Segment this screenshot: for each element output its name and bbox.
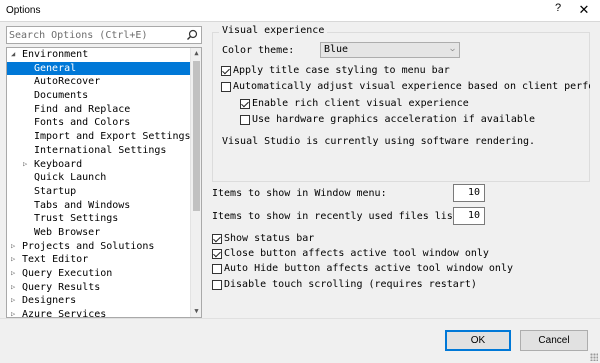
tree-item[interactable]: Quick Launch (7, 171, 191, 185)
tree-item[interactable]: ▷ Query Execution (7, 267, 191, 281)
expand-arrow-icon[interactable]: ▷ (11, 253, 19, 267)
expand-arrow-icon[interactable]: ▷ (11, 267, 19, 281)
apply-title-case-checkbox[interactable] (221, 66, 231, 76)
auto-hide-checkbox[interactable] (212, 264, 222, 274)
scroll-up-icon[interactable]: ▲ (191, 48, 201, 59)
tree-item-label: Fonts and Colors (34, 117, 131, 129)
disable-touch-label: Disable touch scrolling (requires restar… (224, 279, 477, 290)
tree-item[interactable]: ▷ Text Editor (7, 253, 191, 267)
tree-item[interactable]: Find and Replace (7, 103, 191, 117)
tree-item[interactable]: ◢ Environment (7, 48, 191, 62)
tree-item-label: Projects and Solutions (22, 240, 155, 252)
tree-item[interactable]: Web Browser (7, 226, 191, 240)
hw-accel-label: Use hardware graphics acceleration if av… (252, 114, 535, 125)
search-input[interactable] (9, 28, 181, 42)
tree-item-label: Web Browser (34, 226, 101, 238)
visual-experience-legend: Visual experience (219, 25, 328, 36)
window-menu-label: Items to show in Window menu: (212, 188, 387, 199)
tree-item-label: General (34, 62, 77, 74)
tree-item-label: International Settings (34, 144, 167, 156)
tree-item-label: Designers (22, 295, 77, 307)
scroll-thumb[interactable] (193, 61, 200, 211)
apply-title-case-label: Apply title case styling to menu bar (233, 65, 450, 76)
footer-divider (0, 318, 600, 319)
recent-files-label: Items to show in recently used files lis… (212, 211, 465, 222)
expand-arrow-icon[interactable]: ▷ (11, 281, 19, 295)
tree-item-label: Environment (22, 49, 89, 60)
tree-item[interactable]: Startup (7, 185, 191, 199)
auto-adjust-label: Automatically adjust visual experience b… (233, 81, 590, 92)
tree-item[interactable]: ▷ Query Results (7, 281, 191, 295)
auto-hide-label: Auto Hide button affects active tool win… (224, 263, 513, 274)
window-menu-count-input[interactable]: 10 (453, 184, 485, 202)
cancel-button[interactable]: Cancel (520, 330, 588, 351)
color-theme-label: Color theme: (222, 45, 295, 56)
hw-accel-checkbox[interactable] (240, 115, 250, 125)
expand-arrow-icon[interactable]: ▷ (11, 240, 19, 254)
show-status-bar-checkbox[interactable] (212, 234, 222, 244)
tree-item-label: Find and Replace (34, 103, 131, 115)
search-box[interactable] (6, 26, 202, 44)
tree-item[interactable]: General (7, 61, 191, 76)
tree-item[interactable]: ▷ Projects and Solutions (7, 240, 191, 254)
tree-item[interactable]: Fonts and Colors (7, 116, 191, 130)
tree-item-label: Text Editor (22, 254, 89, 266)
rich-client-label: Enable rich client visual experience (252, 98, 469, 109)
show-status-bar-label: Show status bar (224, 233, 315, 244)
tree-item-label: Import and Export Settings (34, 131, 191, 143)
tree-item-label: Quick Launch (34, 172, 107, 184)
tree-item-label: Documents (34, 90, 89, 102)
close-button-label: Close button affects active tool window … (224, 248, 489, 259)
close-button[interactable]: ✕ (574, 2, 594, 20)
color-theme-value: Blue (324, 44, 349, 55)
resize-grip[interactable] (590, 353, 598, 361)
expand-arrow-icon[interactable]: ▷ (23, 158, 31, 172)
rendering-status-text: Visual Studio is currently using softwar… (222, 136, 536, 147)
window-title: Options (6, 5, 41, 16)
auto-adjust-checkbox[interactable] (221, 82, 231, 92)
chevron-down-icon: ⌵ (450, 44, 455, 53)
search-icon[interactable] (186, 29, 198, 41)
collapse-arrow-icon[interactable]: ◢ (11, 48, 19, 62)
tree-item-label: Tabs and Windows (34, 199, 131, 211)
tree-item-label: Query Execution (22, 268, 113, 279)
expand-arrow-icon[interactable]: ▷ (11, 294, 19, 308)
tree-item[interactable]: International Settings (7, 144, 191, 158)
tree-scrollbar[interactable]: ▲ ▼ (190, 48, 201, 317)
recent-files-count-input[interactable]: 10 (453, 207, 485, 225)
tree-item-label: Startup (34, 185, 77, 197)
scroll-down-icon[interactable]: ▼ (191, 306, 201, 317)
tree-item[interactable]: Documents (7, 89, 191, 103)
auto-adjust-row: Automatically adjust visual experience b… (220, 80, 590, 94)
expand-arrow-icon[interactable]: ▷ (11, 308, 19, 317)
tree-item[interactable]: ▷ Azure Services (7, 308, 191, 318)
rich-client-checkbox[interactable] (240, 99, 250, 109)
color-theme-select[interactable]: Blue ⌵ (320, 42, 460, 58)
tree-item-label: Keyboard (34, 158, 83, 170)
tree-item-label: AutoRecover (34, 76, 101, 88)
tree-item-label: Azure Services (22, 309, 107, 318)
help-button[interactable]: ? (548, 2, 568, 20)
tree-item[interactable]: Tabs and Windows (7, 199, 191, 213)
close-button-checkbox[interactable] (212, 249, 222, 259)
tree-item[interactable]: AutoRecover (7, 75, 191, 89)
tree-item[interactable]: Trust Settings (7, 212, 191, 226)
options-tree[interactable]: ◢ Environment General AutoRecover Documents F… (6, 47, 202, 318)
tree-item[interactable]: ▷ Keyboard (7, 158, 191, 172)
tree-item-label: Trust Settings (34, 213, 119, 225)
disable-touch-checkbox[interactable] (212, 280, 222, 290)
tree-item[interactable]: ▷ Designers (7, 294, 191, 308)
title-bar: Options ? ✕ (0, 0, 600, 22)
tree-list: ◢ Environment General AutoRecover Documents F… (7, 48, 191, 318)
tree-item[interactable]: Import and Export Settings (7, 130, 191, 144)
tree-item-label: Query Results (22, 281, 101, 293)
ok-button[interactable]: OK (445, 330, 511, 351)
